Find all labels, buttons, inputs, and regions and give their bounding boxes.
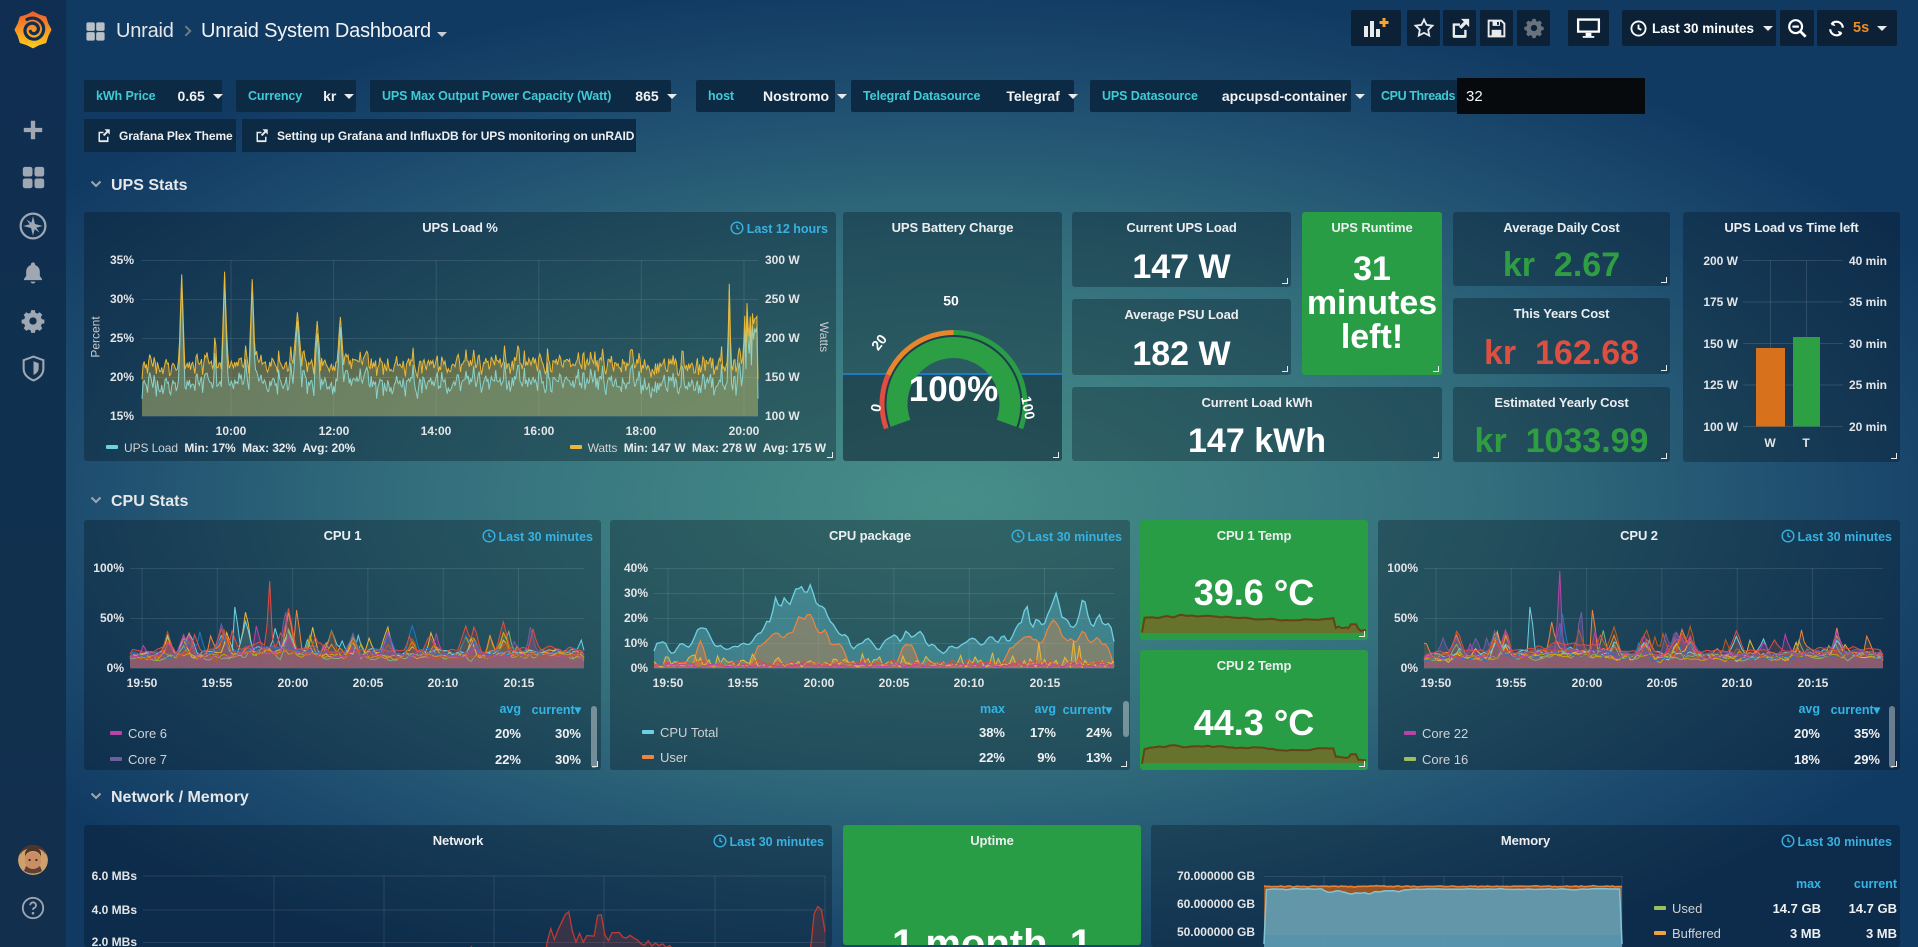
- svg-text:20: 20: [868, 331, 890, 353]
- svg-text:100%: 100%: [909, 370, 999, 409]
- svg-text:50: 50: [943, 293, 959, 309]
